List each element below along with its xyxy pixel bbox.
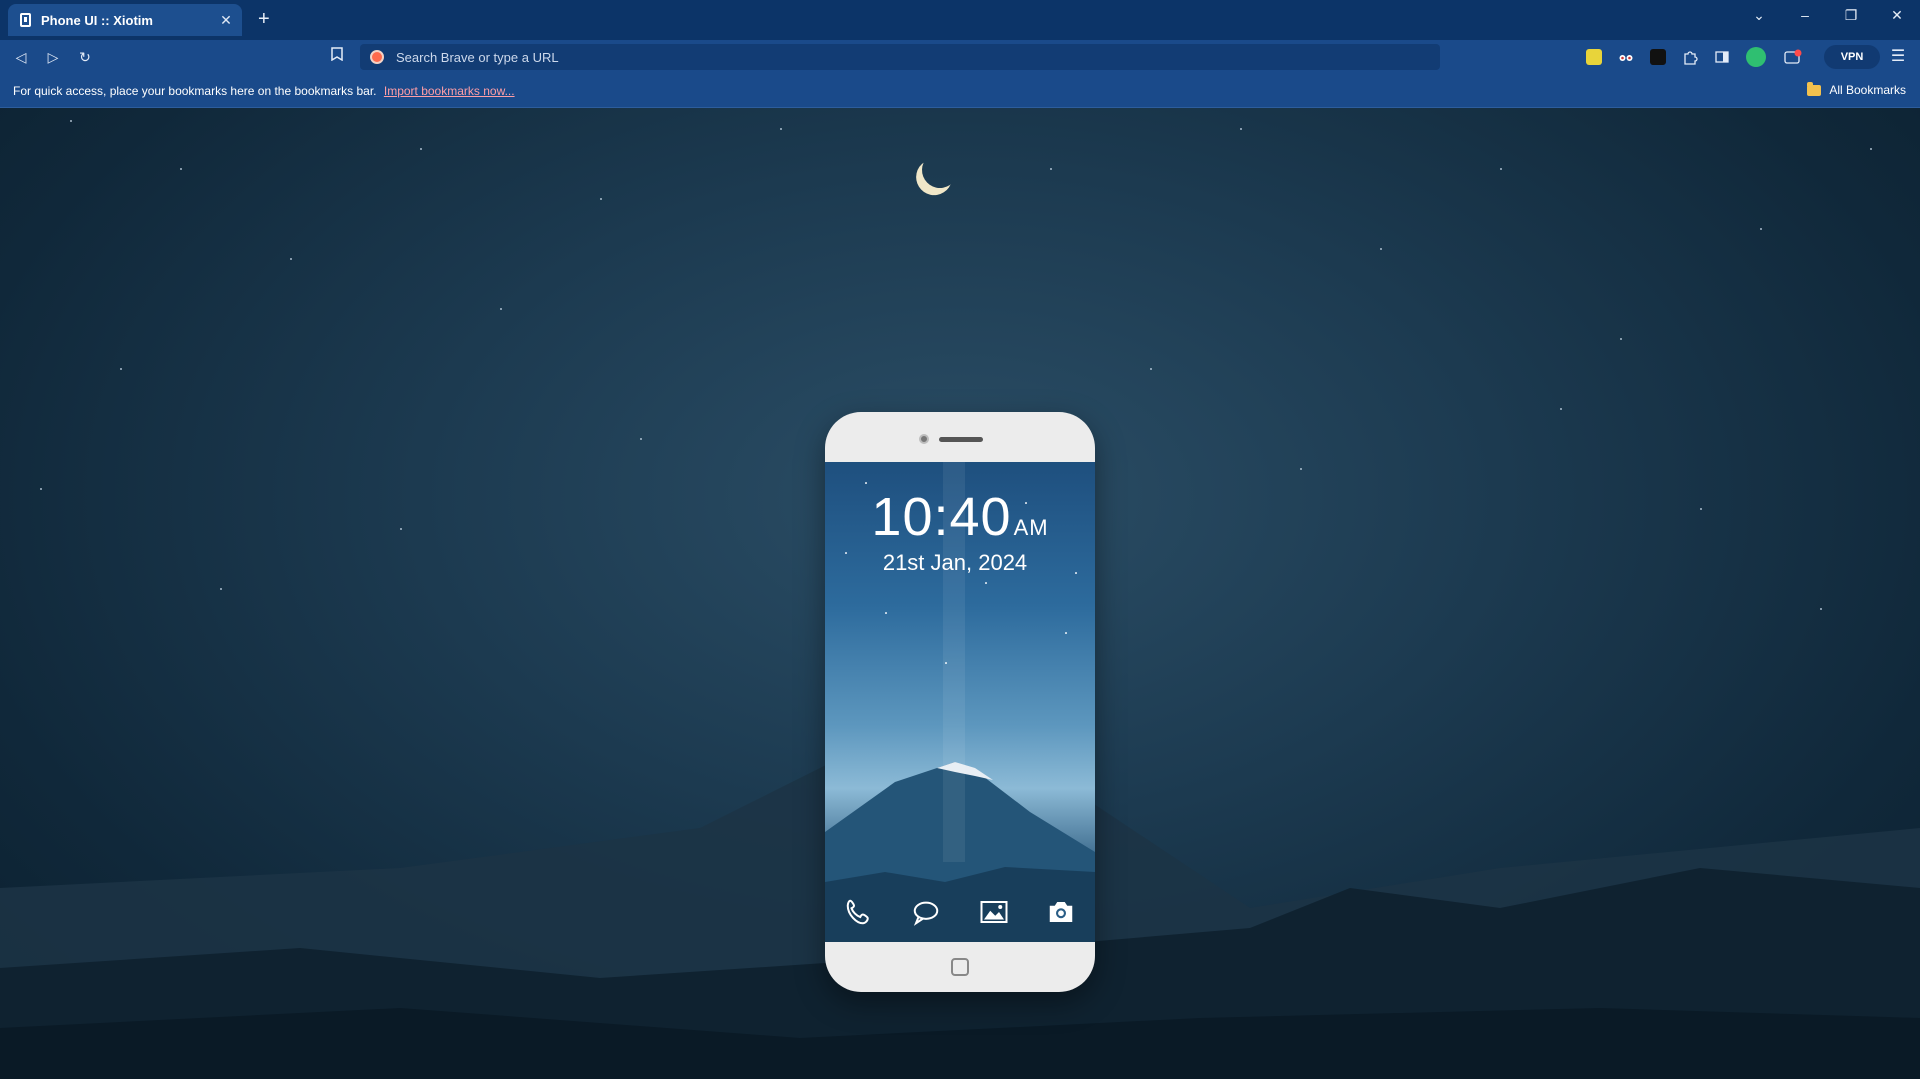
close-window-button[interactable]: ✕	[1882, 4, 1912, 26]
new-tab-button[interactable]: +	[258, 8, 270, 30]
bookmark-outline-icon	[331, 47, 343, 62]
lock-screen-date: 21st Jan, 2024	[882, 550, 1028, 575]
brave-rewards-icon[interactable]	[1784, 49, 1802, 65]
extension-terminal-icon[interactable]	[1650, 49, 1666, 65]
phone-call-icon[interactable]	[844, 897, 874, 927]
tab-strip: Phone UI :: Xiotim ✕ + ⌄ – ❐ ✕	[0, 0, 1920, 40]
bookmarks-hint-text: For quick access, place your bookmarks h…	[13, 84, 377, 98]
vpn-button[interactable]: VPN	[1824, 45, 1880, 69]
reload-button[interactable]: ↻	[74, 46, 96, 68]
extensions-puzzle-icon[interactable]	[1682, 49, 1698, 65]
brave-shield-icon	[370, 50, 384, 64]
sidebar-icon	[1715, 51, 1729, 63]
wallet-icon	[1784, 49, 1802, 64]
vpn-label: VPN	[1840, 51, 1864, 63]
extension-yellow-icon[interactable]	[1586, 49, 1602, 65]
bookmarks-bar: For quick access, place your bookmarks h…	[0, 74, 1920, 108]
tab-phone-ui[interactable]: Phone UI :: Xiotim ✕	[8, 4, 242, 36]
glasses-icon	[1619, 55, 1633, 61]
phone-icon	[20, 13, 31, 27]
phone-lock-screen: 10:40AM 21st Jan, 2024	[825, 462, 1095, 942]
back-button[interactable]: ◁	[10, 46, 32, 68]
gallery-icon[interactable]	[979, 897, 1009, 927]
clock-time: 10:40	[871, 487, 1012, 547]
clock-ampm: AM	[1013, 515, 1049, 540]
front-camera	[919, 434, 929, 444]
profile-avatar[interactable]	[1746, 47, 1766, 67]
lock-screen-clock: 10:40AM	[825, 486, 1095, 548]
home-button[interactable]	[951, 958, 969, 976]
tab-title: Phone UI :: Xiotim	[41, 12, 153, 28]
tab-search-icon[interactable]: ⌄	[1744, 4, 1774, 26]
tab-close-icon[interactable]: ✕	[216, 12, 236, 29]
minimize-button[interactable]: –	[1790, 4, 1820, 26]
restore-button[interactable]: ❐	[1836, 4, 1866, 26]
menu-button[interactable]: ☰	[1888, 47, 1908, 67]
forward-button[interactable]: ▷	[42, 46, 64, 68]
page-content: 10:40AM 21st Jan, 2024	[0, 108, 1920, 1079]
message-bubble-icon[interactable]	[911, 897, 941, 927]
all-bookmarks-label: All Bookmarks	[1829, 83, 1906, 97]
app-dock	[825, 887, 1095, 937]
browser-toolbar: ◁ ▷ ↻ VPN ☰	[0, 40, 1920, 74]
earpiece-speaker	[939, 437, 983, 442]
all-bookmarks-button[interactable]: All Bookmarks	[1807, 81, 1906, 97]
address-bar[interactable]	[360, 44, 1440, 70]
bookmarks-message: For quick access, place your bookmarks h…	[13, 84, 515, 98]
bookmark-icon[interactable]	[326, 46, 348, 68]
folder-icon	[1807, 81, 1822, 96]
address-input[interactable]	[394, 48, 1398, 66]
sidebar-toggle-icon[interactable]	[1714, 49, 1730, 65]
camera-icon[interactable]	[1046, 897, 1076, 927]
phone-mockup: 10:40AM 21st Jan, 2024	[825, 412, 1095, 992]
puzzle-icon	[1684, 51, 1698, 65]
extension-glasses-icon[interactable]	[1618, 49, 1634, 65]
import-bookmarks-link[interactable]: Import bookmarks now...	[384, 84, 515, 98]
